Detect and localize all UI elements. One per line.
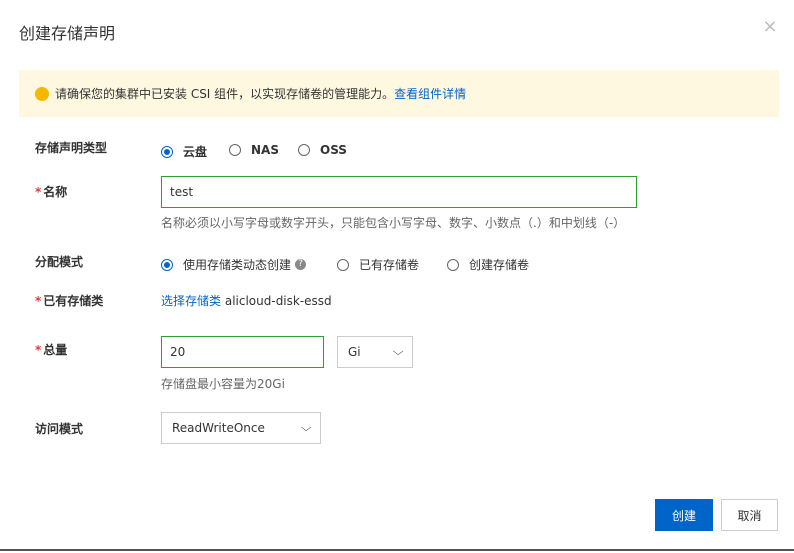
storage-class-value: alicloud-disk-essd — [224, 294, 332, 308]
chevron-down-icon: ⌵ — [392, 345, 404, 358]
alloc-option-dynamic: 使用存储类动态创建 — [183, 258, 292, 272]
unit-select-value: Gi — [348, 345, 361, 359]
bottom-divider — [0, 549, 794, 551]
storage-class-label-text: 已有存储类 — [43, 294, 104, 308]
csi-notice: 请确保您的集群中已安装 CSI 组件，以实现存储卷的管理能力。查看组件详情 — [19, 70, 779, 117]
type-radio-disk[interactable]: 云盘 — [161, 143, 207, 160]
storage-class-row: 选择存储类 alicloud-disk-essd — [161, 292, 332, 309]
radio-unchecked-icon — [447, 258, 459, 271]
total-input-value: 20 — [170, 345, 186, 359]
radio-unchecked-icon — [298, 144, 310, 156]
radio-checked-icon — [161, 145, 173, 158]
close-icon[interactable]: × — [761, 18, 779, 36]
name-help: 名称必须以小写字母或数字开头，只能包含小写字母、数字、小数点（.）和中划线（-） — [161, 216, 626, 230]
total-input[interactable]: 20 — [161, 336, 324, 368]
type-radio-oss[interactable]: OSS — [298, 143, 347, 157]
radio-unchecked-icon — [229, 144, 241, 156]
dialog-title: 创建存储声明 — [19, 24, 116, 43]
storage-class-label: * 已有存储类 — [35, 292, 103, 309]
select-storage-class-link[interactable]: 选择存储类 — [161, 294, 221, 308]
alloc-option-create: 创建存储卷 — [469, 258, 530, 272]
total-label-text: 总量 — [43, 343, 68, 357]
cancel-button[interactable]: 取消 — [721, 499, 778, 531]
name-input[interactable]: test — [161, 176, 637, 208]
radio-checked-icon — [161, 258, 173, 271]
unit-select[interactable]: Gi ⌵ — [337, 336, 413, 368]
name-label: * 名称 — [35, 183, 67, 200]
help-icon[interactable]: ? — [295, 259, 307, 270]
type-option-nas: NAS — [251, 143, 279, 157]
total-help: 存储盘最小容量为20Gi — [161, 377, 285, 391]
alloc-label: 分配模式 — [35, 255, 84, 269]
alloc-radio-existing[interactable]: 已有存储卷 — [337, 256, 419, 273]
name-input-value: test — [170, 185, 194, 199]
type-option-disk: 云盘 — [183, 145, 208, 159]
warning-dot-icon — [35, 87, 49, 101]
required-mark: * — [35, 294, 42, 308]
access-mode-value: ReadWriteOnce — [172, 421, 265, 435]
total-label: * 总量 — [35, 341, 67, 358]
alloc-radio-dynamic[interactable]: 使用存储类动态创建 ? — [161, 256, 307, 273]
access-mode-select[interactable]: ReadWriteOnce ⌵ — [161, 412, 321, 444]
view-component-link[interactable]: 查看组件详情 — [394, 87, 466, 101]
type-label: 存储声明类型 — [35, 141, 108, 155]
create-pvc-dialog: 创建存储声明 × 请确保您的集群中已安装 CSI 组件，以实现存储卷的管理能力。… — [0, 0, 794, 553]
chevron-down-icon: ⌵ — [300, 421, 312, 434]
access-label: 访问模式 — [35, 422, 84, 436]
required-mark: * — [35, 185, 42, 199]
alloc-option-existing: 已有存储卷 — [359, 258, 420, 272]
notice-text: 请确保您的集群中已安装 CSI 组件，以实现存储卷的管理能力。查看组件详情 — [55, 85, 466, 102]
radio-unchecked-icon — [337, 258, 349, 271]
required-mark: * — [35, 343, 42, 357]
type-option-oss: OSS — [320, 143, 347, 157]
name-label-text: 名称 — [43, 185, 68, 199]
create-button[interactable]: 创建 — [655, 499, 713, 531]
type-radio-nas[interactable]: NAS — [229, 143, 279, 157]
notice-message: 请确保您的集群中已安装 CSI 组件，以实现存储卷的管理能力。 — [55, 87, 395, 101]
alloc-radio-create[interactable]: 创建存储卷 — [447, 256, 529, 273]
